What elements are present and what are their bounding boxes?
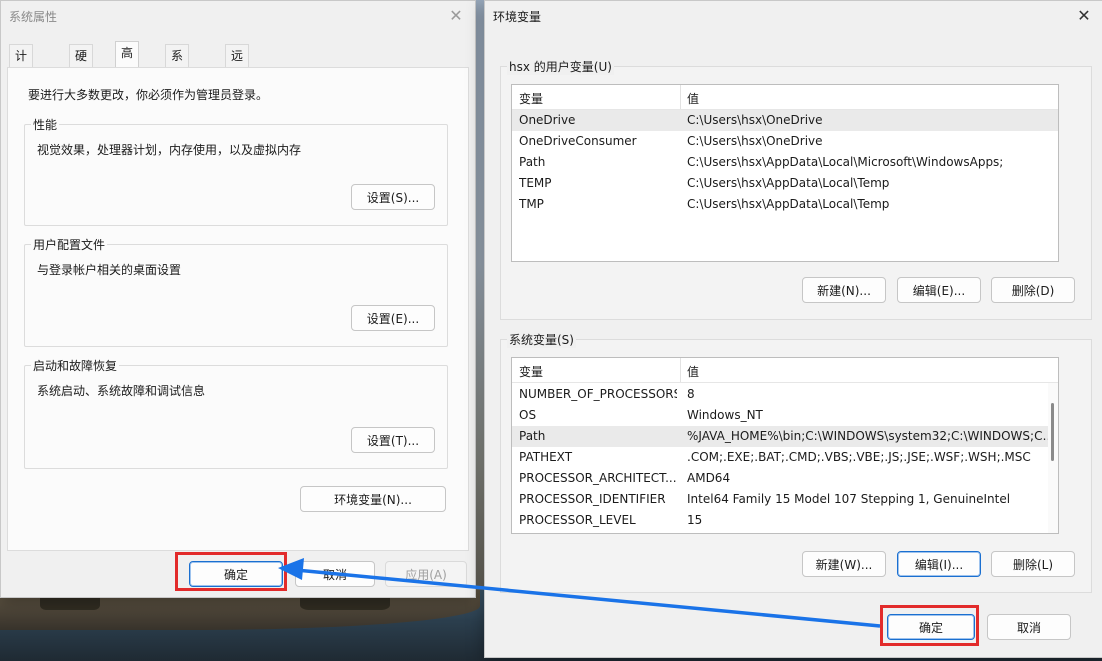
table-row[interactable]: Path C:\Users\hsx\AppData\Local\Microsof…	[512, 152, 1058, 173]
window-title: 环境变量	[493, 10, 542, 24]
env-cancel-button[interactable]: 取消	[987, 614, 1071, 640]
variable-name: PROCESSOR_IDENTIFIER	[519, 492, 666, 506]
table-row[interactable]: TMP C:\Users\hsx\AppData\Local\Temp	[512, 194, 1058, 215]
variable-name: PROCESSOR_LEVEL	[519, 513, 636, 527]
variable-value: C:\Users\hsx\AppData\Local\Temp	[687, 176, 890, 190]
table-row[interactable]: PROCESSOR_IDENTIFIER Intel64 Family 15 M…	[512, 489, 1058, 510]
variable-value: C:\Users\hsx\OneDrive	[687, 113, 823, 127]
cancel-button[interactable]: 取消	[295, 561, 375, 587]
startup-recovery-desc: 系统启动、系统故障和调试信息	[37, 384, 206, 398]
table-row[interactable]: OneDrive C:\Users\hsx\OneDrive	[512, 110, 1058, 131]
variable-name: NUMBER_OF_PROCESSORS	[519, 387, 677, 401]
performance-desc: 视觉效果，处理器计划，内存使用，以及虚拟内存	[37, 143, 302, 157]
user-new-button[interactable]: 新建(N)...	[802, 277, 886, 303]
environment-variables-window: 环境变量 ✕ hsx 的用户变量(U) 变量 值 OneDrive C:\Use…	[484, 0, 1102, 658]
environment-variables-button[interactable]: 环境变量(N)...	[300, 486, 446, 512]
column-header-value[interactable]: 值	[687, 363, 699, 380]
variable-value: 8	[687, 387, 695, 401]
startup-recovery-group: 启动和故障恢复 系统启动、系统故障和调试信息 设置(T)...	[24, 357, 448, 469]
user-profiles-settings-button[interactable]: 设置(E)...	[351, 305, 435, 331]
system-delete-button[interactable]: 删除(L)	[991, 551, 1075, 577]
variable-name: Path	[519, 155, 546, 169]
system-variables-list[interactable]: 变量 值 NUMBER_OF_PROCESSORS 8 OS Windows_N…	[511, 357, 1059, 534]
system-variables-label: 系统变量(S)	[507, 331, 576, 348]
user-profiles-label: 用户配置文件	[31, 236, 108, 253]
variable-value: %JAVA_HOME%\bin;C:\WINDOWS\system32;C:\W…	[687, 429, 1055, 443]
advanced-tab-panel: 要进行大多数更改，你必须作为管理员登录。 性能 视觉效果，处理器计划，内存使用，…	[7, 67, 469, 551]
variable-value: C:\Users\hsx\AppData\Local\Microsoft\Win…	[687, 155, 1004, 169]
list-header: 变量 值	[512, 358, 1058, 383]
performance-group: 性能 视觉效果，处理器计划，内存使用，以及虚拟内存 设置(S)...	[24, 116, 448, 226]
system-variables-section: 系统变量(S) 变量 值 NUMBER_OF_PROCESSORS 8 OS W…	[500, 331, 1092, 593]
variable-name: OneDrive	[519, 113, 576, 127]
tab-advanced[interactable]: 高级	[115, 41, 140, 82]
apply-button: 应用(A)	[385, 561, 467, 587]
user-delete-button[interactable]: 删除(D)	[991, 277, 1075, 303]
close-icon[interactable]: ✕	[445, 5, 467, 27]
variable-name: OneDriveConsumer	[519, 134, 637, 148]
column-header-value[interactable]: 值	[687, 90, 699, 107]
title-bar: 系统属性 ✕	[1, 1, 475, 31]
tab-hardware[interactable]: 硬件	[69, 44, 94, 85]
tab-remote[interactable]: 远程	[225, 44, 250, 85]
table-row[interactable]: PATHEXT .COM;.EXE;.BAT;.CMD;.VBS;.VBE;.J…	[512, 447, 1058, 468]
variable-name: OS	[519, 408, 537, 422]
startup-recovery-settings-button[interactable]: 设置(T)...	[351, 427, 435, 453]
variable-value: Intel64 Family 15 Model 107 Stepping 1, …	[687, 492, 1011, 506]
system-edit-button[interactable]: 编辑(I)...	[897, 551, 981, 577]
user-profiles-desc: 与登录帐户相关的桌面设置	[37, 263, 182, 277]
variable-value: Windows_NT	[687, 408, 763, 422]
table-row[interactable]: PROCESSOR_LEVEL 15	[512, 510, 1058, 531]
variable-value: AMD64	[687, 471, 731, 485]
variable-name: PROCESSOR_ARCHITECT...	[519, 471, 677, 485]
table-row[interactable]: PROCESSOR_ARCHITECT... AMD64	[512, 468, 1058, 489]
admin-note: 要进行大多数更改，你必须作为管理员登录。	[28, 88, 269, 102]
column-header-variable[interactable]: 变量	[519, 363, 543, 380]
variable-name: PATHEXT	[519, 450, 573, 464]
scroll-thumb[interactable]	[1051, 403, 1054, 461]
table-row[interactable]: Path %JAVA_HOME%\bin;C:\WINDOWS\system32…	[512, 426, 1058, 447]
table-row[interactable]: NUMBER_OF_PROCESSORS 8	[512, 384, 1058, 405]
env-ok-button-highlight	[880, 605, 979, 646]
startup-recovery-label: 启动和故障恢复	[31, 357, 120, 374]
column-header-variable[interactable]: 变量	[519, 90, 543, 107]
variable-value: 15	[687, 513, 703, 527]
tab-computer-name[interactable]: 计算机名	[9, 44, 34, 129]
system-properties-window: 系统属性 ✕ 计算机名 硬件 高级 系统保护 远程 要进行大多数更改，你必须作为…	[0, 0, 476, 598]
system-variables-scrollbar[interactable]	[1048, 383, 1058, 533]
ok-button-highlight	[175, 552, 287, 591]
window-title: 系统属性	[9, 10, 58, 24]
variable-value: .COM;.EXE;.BAT;.CMD;.VBS;.VBE;.JS;.JSE;.…	[687, 450, 1031, 464]
performance-label: 性能	[31, 116, 60, 133]
user-edit-button[interactable]: 编辑(E)...	[897, 277, 981, 303]
variable-name: TMP	[519, 197, 544, 211]
close-icon[interactable]: ✕	[1073, 5, 1095, 27]
title-bar: 环境变量 ✕	[485, 1, 1102, 31]
variable-name: Path	[519, 429, 546, 443]
variable-value: C:\Users\hsx\AppData\Local\Temp	[687, 197, 890, 211]
table-row[interactable]: OS Windows_NT	[512, 405, 1058, 426]
table-row[interactable]: TEMP C:\Users\hsx\AppData\Local\Temp	[512, 173, 1058, 194]
user-profiles-group: 用户配置文件 与登录帐户相关的桌面设置 设置(E)...	[24, 236, 448, 347]
variable-name: TEMP	[519, 176, 552, 190]
tab-system-protection[interactable]: 系统保护	[165, 44, 190, 129]
performance-settings-button[interactable]: 设置(S)...	[351, 184, 435, 210]
variable-value: C:\Users\hsx\OneDrive	[687, 134, 823, 148]
user-variables-list[interactable]: 变量 值 OneDrive C:\Users\hsx\OneDrive OneD…	[511, 84, 1059, 262]
table-row[interactable]: OneDriveConsumer C:\Users\hsx\OneDrive	[512, 131, 1058, 152]
system-new-button[interactable]: 新建(W)...	[802, 551, 886, 577]
user-variables-section: hsx 的用户变量(U) 变量 值 OneDrive C:\Users\hsx\…	[500, 58, 1092, 320]
list-header: 变量 值	[512, 85, 1058, 110]
user-variables-label: hsx 的用户变量(U)	[507, 58, 614, 75]
